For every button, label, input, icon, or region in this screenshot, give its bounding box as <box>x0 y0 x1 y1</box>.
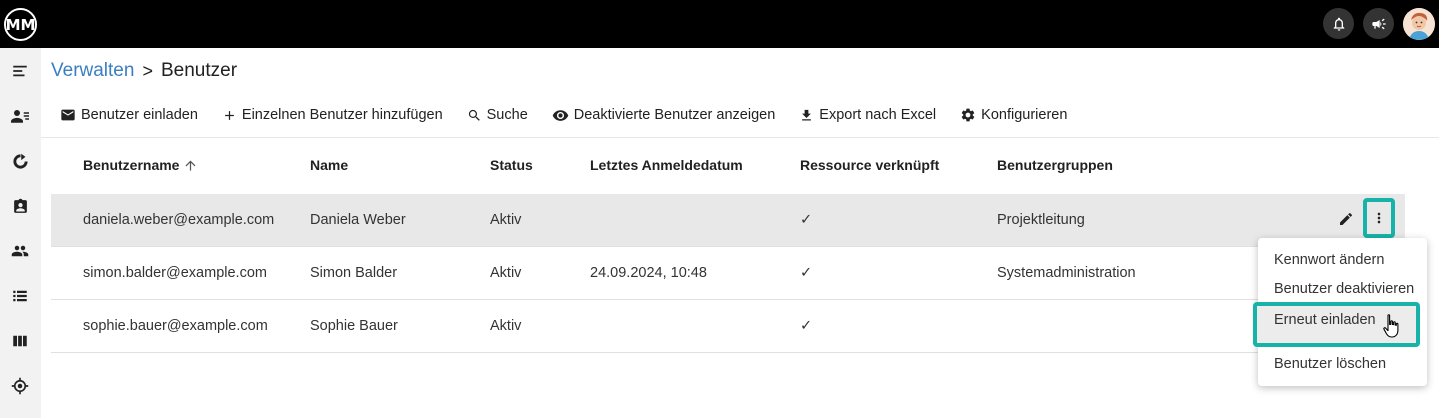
target-icon <box>11 377 29 395</box>
column-header-resource-label: Ressource verknüpft <box>800 157 940 173</box>
bell-icon <box>1333 17 1344 31</box>
add-single-user-button[interactable]: Einzelnen Benutzer hinzufügen <box>222 107 443 123</box>
pencil-icon <box>1340 212 1353 225</box>
cell-username: daniela.weber@example.com <box>83 212 275 228</box>
menu-item-delete-user[interactable]: Benutzer löschen <box>1274 356 1386 372</box>
column-header-last-login[interactable]: Letztes Anmeldedatum <box>590 157 743 173</box>
table-row[interactable]: simon.balder@example.com Simon Balder Ak… <box>51 247 1405 300</box>
columns-icon <box>13 335 27 347</box>
breadcrumb-separator: > <box>142 60 153 81</box>
column-header-status-label: Status <box>490 157 533 173</box>
more-vert-icon <box>1377 212 1381 224</box>
hand-cursor-icon <box>1383 314 1399 338</box>
show-deactivated-label: Deaktivierte Benutzer anzeigen <box>573 107 776 123</box>
sidebar-item-users-manage[interactable] <box>10 106 30 126</box>
cell-resource: ✓ <box>800 212 813 228</box>
column-header-name[interactable]: Name <box>310 157 348 173</box>
sidebar-item-board[interactable] <box>10 331 30 351</box>
search-icon <box>468 109 480 121</box>
badge-icon <box>13 198 27 213</box>
cell-groups: Systemadministration <box>997 265 1136 281</box>
sidebar-item-menu[interactable] <box>10 61 30 81</box>
top-bar: MM <box>0 0 1439 48</box>
invite-user-button[interactable]: Benutzer einladen <box>60 107 198 123</box>
menu-icon <box>13 65 27 77</box>
notifications-button[interactable] <box>1323 8 1354 39</box>
show-deactivated-button[interactable]: Deaktivierte Benutzer anzeigen <box>552 107 776 124</box>
toolbar: Benutzer einladen Einzelnen Benutzer hin… <box>51 95 1081 135</box>
menu-item-deactivate-user[interactable]: Benutzer deaktivieren <box>1274 281 1414 297</box>
column-header-status[interactable]: Status <box>490 157 533 173</box>
sidebar-item-refresh[interactable] <box>10 151 30 171</box>
table-row[interactable]: sophie.bauer@example.com Sophie Bauer Ak… <box>51 300 1405 353</box>
export-excel-button[interactable]: Export nach Excel <box>799 107 936 123</box>
column-header-resource[interactable]: Ressource verknüpft <box>800 157 939 173</box>
page-title: Benutzer <box>160 60 238 81</box>
sidebar-item-list[interactable] <box>10 286 30 306</box>
configure-button[interactable]: Konfigurieren <box>960 107 1067 123</box>
cell-status: Aktiv <box>490 318 522 334</box>
refresh-icon <box>12 153 28 169</box>
toolbar-divider <box>41 137 1439 138</box>
column-header-groups-label: Benutzergruppen <box>997 157 1113 173</box>
row-actions-button[interactable] <box>1363 198 1395 238</box>
configure-label: Konfigurieren <box>981 107 1068 123</box>
invite-user-label: Benutzer einladen <box>81 107 198 123</box>
sidebar-item-target[interactable] <box>10 376 30 396</box>
logo-text: MM <box>5 15 36 34</box>
cell-username: simon.balder@example.com <box>83 265 267 281</box>
column-header-groups[interactable]: Benutzergruppen <box>997 157 1113 173</box>
column-header-username[interactable]: Benutzername <box>83 157 198 173</box>
sidebar-item-groups[interactable] <box>10 241 30 261</box>
megaphone-icon <box>1371 18 1386 29</box>
export-excel-label: Export nach Excel <box>819 107 937 123</box>
cell-status: Aktiv <box>490 265 522 281</box>
user-list-icon <box>11 110 29 123</box>
plus-icon <box>225 110 234 120</box>
menu-item-change-password[interactable]: Kennwort ändern <box>1274 252 1384 268</box>
column-header-username-label: Benutzername <box>83 157 180 173</box>
mail-icon <box>61 109 75 121</box>
breadcrumb-parent-link[interactable]: Verwalten <box>51 60 134 82</box>
add-single-user-label: Einzelnen Benutzer hinzufügen <box>241 107 443 123</box>
column-header-name-label: Name <box>310 157 349 173</box>
avatar-icon <box>1403 8 1435 40</box>
menu-item-reinvite-label: Erneut einladen <box>1274 312 1376 328</box>
search-label: Suche <box>486 107 528 123</box>
list-icon <box>13 290 27 302</box>
announcements-button[interactable] <box>1363 8 1394 39</box>
cell-name: Daniela Weber <box>310 212 406 228</box>
cell-groups: Projektleitung <box>997 212 1085 228</box>
cell-username: sophie.bauer@example.com <box>83 318 268 334</box>
edit-user-button[interactable] <box>1336 209 1356 229</box>
cell-last-login: 24.09.2024, 10:48 <box>590 265 707 281</box>
table-row[interactable]: daniela.weber@example.com Daniela Weber … <box>51 194 1405 247</box>
cell-resource: ✓ <box>800 265 813 281</box>
breadcrumb: Verwalten > Benutzer <box>51 60 237 82</box>
column-header-last-login-label: Letztes Anmeldedatum <box>590 157 743 173</box>
sidebar <box>0 48 41 418</box>
cell-name: Simon Balder <box>310 265 398 281</box>
arrow-up-icon <box>185 160 196 170</box>
eye-icon <box>552 109 569 121</box>
app-logo[interactable]: MM <box>4 8 37 41</box>
gear-icon <box>961 108 975 122</box>
sidebar-item-badge[interactable] <box>10 196 30 216</box>
cell-name: Sophie Bauer <box>310 318 398 334</box>
cell-resource: ✓ <box>800 318 813 334</box>
avatar[interactable] <box>1403 8 1435 40</box>
download-icon <box>802 109 812 120</box>
users-icon <box>11 245 29 257</box>
cell-status: Aktiv <box>490 212 522 228</box>
search-button[interactable]: Suche <box>467 107 528 123</box>
